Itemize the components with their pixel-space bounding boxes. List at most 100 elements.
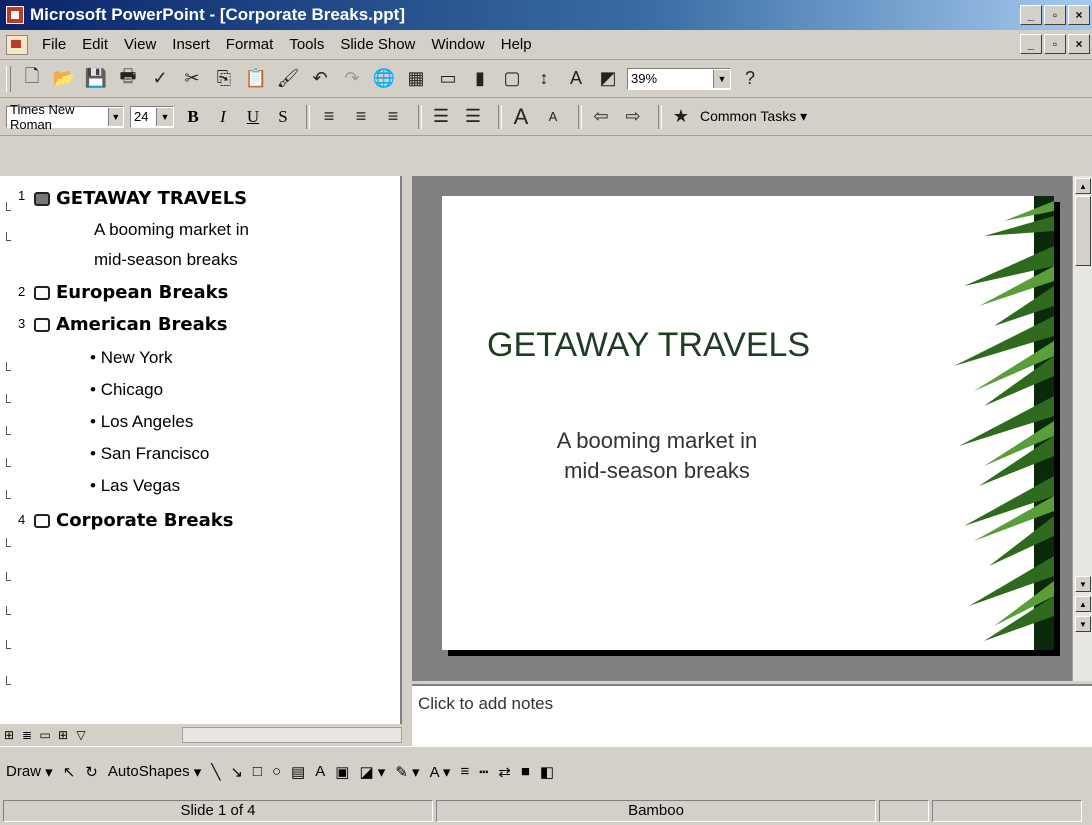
outline-slide-1[interactable]: GETAWAY TRAVELS: [34, 188, 247, 209]
slide-subtitle[interactable]: A booming market in mid-season breaks: [532, 426, 782, 486]
chevron-down-icon[interactable]: ▼: [713, 69, 730, 88]
outline-view-icon[interactable]: ≣: [18, 727, 36, 743]
open-icon[interactable]: 📂: [51, 66, 77, 92]
zoom-select[interactable]: 39% ▼: [627, 67, 731, 90]
font-select[interactable]: Times New Roman ▼: [6, 102, 124, 132]
wordart-icon[interactable]: A: [315, 759, 325, 785]
increase-font-icon[interactable]: A: [508, 104, 534, 130]
arrow-icon[interactable]: ↘: [230, 759, 243, 785]
bullets-icon[interactable]: ☰: [460, 104, 486, 130]
underline-button[interactable]: U: [240, 104, 266, 130]
decrease-font-icon[interactable]: A: [540, 104, 566, 130]
demote-icon[interactable]: ⇨: [620, 104, 646, 130]
autoshapes-menu-button[interactable]: AutoShapes ▾: [108, 759, 201, 785]
outline-slide-3[interactable]: American Breaks: [34, 314, 227, 335]
menu-tools[interactable]: Tools: [281, 36, 332, 53]
slide-title[interactable]: GETAWAY TRAVELS: [487, 326, 810, 365]
grayscale-icon[interactable]: ◩: [595, 66, 621, 92]
text-box-icon[interactable]: ▤: [291, 759, 305, 785]
menu-edit[interactable]: Edit: [74, 36, 116, 53]
draw-menu-button[interactable]: Draw ▾: [6, 759, 53, 785]
tables-icon[interactable]: ▦: [403, 66, 429, 92]
menu-file[interactable]: File: [34, 36, 74, 53]
outline-subtitle-line[interactable]: A booming market in: [94, 220, 249, 240]
promote-icon[interactable]: ⇦: [588, 104, 614, 130]
arrow-style-icon[interactable]: ⇄: [498, 759, 511, 785]
slide-view-icon[interactable]: ▭: [36, 727, 54, 743]
menu-help[interactable]: Help: [493, 36, 540, 53]
spelling-icon[interactable]: ✓: [147, 66, 173, 92]
save-icon[interactable]: 💾: [83, 66, 109, 92]
common-tasks-button[interactable]: Common Tasks ▾: [700, 108, 807, 125]
format-painter-icon[interactable]: 🖌: [275, 66, 301, 92]
show-formatting-icon[interactable]: A: [563, 66, 589, 92]
scroll-down-icon[interactable]: ▼: [1075, 576, 1091, 592]
slide-show-icon[interactable]: ▽: [72, 727, 90, 743]
slide-sorter-icon[interactable]: ⊞: [54, 727, 72, 743]
doc-restore-button[interactable]: ▫: [1044, 34, 1066, 54]
chevron-down-icon[interactable]: ▼: [156, 107, 173, 126]
doc-close-button[interactable]: ×: [1068, 34, 1090, 54]
rectangle-icon[interactable]: □: [253, 759, 262, 785]
help-icon[interactable]: ?: [737, 66, 763, 92]
hyperlink-icon[interactable]: 🌐: [371, 66, 397, 92]
align-left-icon[interactable]: ≡: [316, 104, 342, 130]
scroll-up-icon[interactable]: ▲: [1075, 178, 1091, 194]
oval-icon[interactable]: ○: [272, 759, 281, 785]
previous-slide-icon[interactable]: ▲: [1075, 596, 1091, 612]
toolbar-grip[interactable]: [6, 65, 11, 92]
next-slide-icon[interactable]: ▼: [1075, 616, 1091, 632]
shadow-button[interactable]: S: [270, 104, 296, 130]
outline-bullet[interactable]: • Los Angeles: [90, 412, 193, 432]
align-right-icon[interactable]: ≡: [380, 104, 406, 130]
doc-minimize-button[interactable]: _: [1020, 34, 1042, 54]
slide-vscrollbar[interactable]: ▲ ▼ ▲ ▼: [1072, 176, 1092, 681]
menu-view[interactable]: View: [116, 36, 164, 53]
notes-placeholder[interactable]: Click to add notes: [418, 694, 553, 714]
line-style-icon[interactable]: ≡: [460, 759, 469, 785]
cut-icon[interactable]: ✂: [179, 66, 205, 92]
document-icon[interactable]: [6, 34, 28, 55]
outline-subtitle-line[interactable]: mid-season breaks: [94, 250, 238, 270]
numbering-icon[interactable]: ☰: [428, 104, 454, 130]
outline-slide-2[interactable]: European Breaks: [34, 282, 228, 303]
restore-button[interactable]: ▫: [1044, 5, 1066, 25]
common-tasks-icon[interactable]: ★: [668, 104, 694, 130]
shadow-icon[interactable]: ■: [521, 759, 530, 785]
new-slide-icon[interactable]: ▢: [499, 66, 525, 92]
italic-button[interactable]: I: [210, 104, 236, 130]
free-rotate-icon[interactable]: ↻: [85, 759, 98, 785]
insert-table-icon[interactable]: ▭: [435, 66, 461, 92]
chart-icon[interactable]: ▮: [467, 66, 493, 92]
font-color-icon[interactable]: A ▾: [430, 759, 451, 785]
menu-insert[interactable]: Insert: [164, 36, 218, 53]
font-size-select[interactable]: 24 ▼: [130, 105, 174, 128]
undo-icon[interactable]: ↶: [307, 66, 333, 92]
fill-color-icon[interactable]: ◪ ▾: [359, 759, 385, 785]
normal-view-icon[interactable]: ⊞: [0, 727, 18, 743]
slide[interactable]: GETAWAY TRAVELS A booming market in mid-…: [442, 196, 1054, 650]
outline-bullet[interactable]: • Chicago: [90, 380, 163, 400]
center-icon[interactable]: ≡: [348, 104, 374, 130]
line-color-icon[interactable]: ✎ ▾: [395, 759, 419, 785]
menu-slide-show[interactable]: Slide Show: [332, 36, 423, 53]
copy-icon[interactable]: ⎘: [211, 66, 237, 92]
minimize-button[interactable]: _: [1020, 5, 1042, 25]
3d-icon[interactable]: ◧: [540, 759, 554, 785]
menu-format[interactable]: Format: [218, 36, 282, 53]
clipart-icon[interactable]: ▣: [335, 759, 349, 785]
menu-window[interactable]: Window: [423, 36, 492, 53]
outline-hscrollbar[interactable]: [182, 727, 402, 743]
bold-button[interactable]: B: [180, 104, 206, 130]
chevron-down-icon[interactable]: ▼: [107, 107, 123, 126]
outline-bullet[interactable]: • San Francisco: [90, 444, 209, 464]
outline-slide-4[interactable]: Corporate Breaks: [34, 510, 233, 531]
redo-icon[interactable]: ↷: [339, 66, 365, 92]
outline-pane[interactable]: 1 GETAWAY TRAVELS A booming market in mi…: [0, 176, 402, 724]
new-icon[interactable]: 🗋: [19, 66, 45, 92]
print-icon[interactable]: 🖶: [115, 66, 141, 92]
dash-style-icon[interactable]: ┅: [479, 759, 488, 785]
notes-pane[interactable]: Click to add notes: [412, 684, 1092, 746]
close-button[interactable]: ×: [1068, 5, 1090, 25]
line-icon[interactable]: ╲: [211, 759, 220, 785]
